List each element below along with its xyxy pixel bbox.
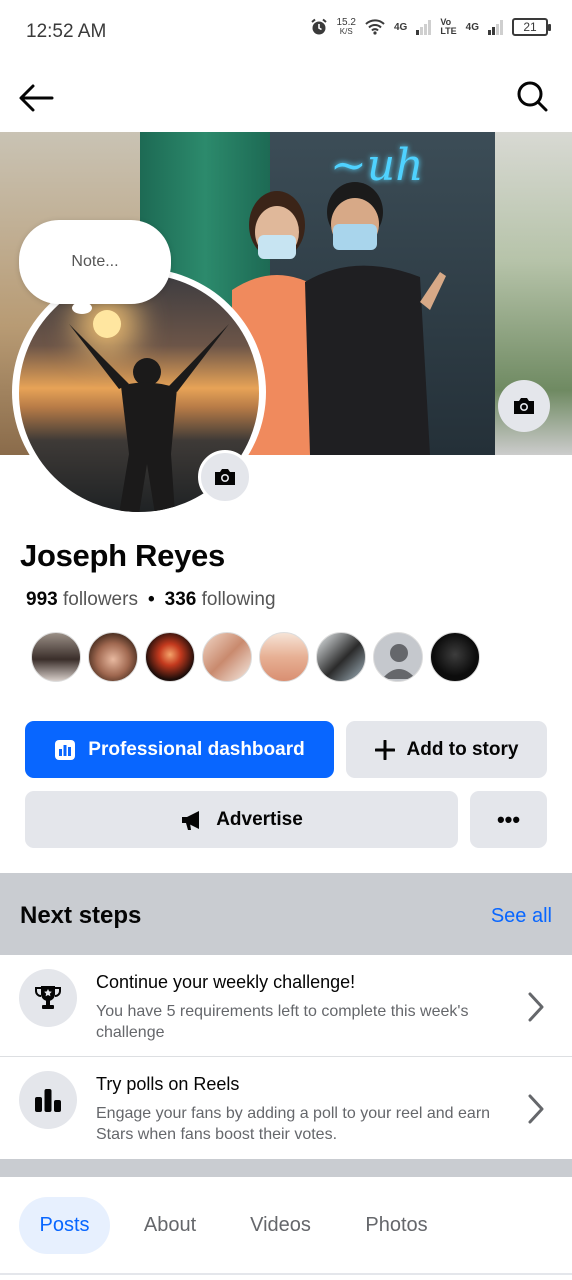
friend-avatar[interactable] xyxy=(88,632,138,682)
tabs-bottom-divider xyxy=(0,1273,572,1275)
next-step-description: Engage your fans by adding a poll to you… xyxy=(96,1105,491,1143)
search-icon xyxy=(517,81,548,112)
follow-stats: 993 followers • 336 following xyxy=(26,589,276,611)
next-step-title: Continue your weekly challenge! xyxy=(96,972,356,992)
status-bar: 12:52 AM 15.2 K/S 4G Vo LTE 4G 21 xyxy=(0,0,572,64)
network-type-2: 4G xyxy=(465,21,479,33)
arrow-left-icon xyxy=(19,84,54,112)
note-bubble-tail xyxy=(72,302,92,314)
friend-avatar[interactable] xyxy=(316,632,366,682)
volte-bottom: LTE xyxy=(440,26,457,36)
section-divider xyxy=(0,1159,572,1177)
next-steps-title: Next steps xyxy=(20,902,142,929)
next-step-item[interactable]: Continue your weekly challenge! You have… xyxy=(0,955,572,1057)
following-label[interactable]: following xyxy=(202,589,276,610)
followers-count[interactable]: 993 xyxy=(26,589,58,610)
professional-dashboard-label: Professional dashboard xyxy=(88,738,305,760)
chevron-right-icon xyxy=(528,992,544,1022)
advertise-label: Advertise xyxy=(216,808,303,830)
note-bubble[interactable]: Note... xyxy=(19,220,171,304)
stats-separator: • xyxy=(147,589,155,610)
next-step-title: Try polls on Reels xyxy=(96,1074,240,1094)
friend-avatar-default[interactable] xyxy=(373,632,423,682)
back-button[interactable] xyxy=(16,78,60,118)
more-options-icon: ••• xyxy=(496,806,521,832)
plus-icon xyxy=(374,739,395,760)
friend-avatar[interactable] xyxy=(202,632,252,682)
friends-avatars xyxy=(31,632,480,682)
friend-avatar[interactable] xyxy=(430,632,480,682)
dashboard-icon xyxy=(55,739,76,760)
advertise-button[interactable]: Advertise xyxy=(25,791,458,848)
speed-unit: K/S xyxy=(339,27,353,36)
cover-person-right xyxy=(305,182,446,455)
signal-icon-2 xyxy=(488,19,503,35)
search-button[interactable] xyxy=(514,78,554,118)
bar-chart-icon xyxy=(19,1071,77,1129)
note-text: Note... xyxy=(71,253,119,270)
add-to-story-button[interactable]: Add to story xyxy=(346,721,547,778)
friend-avatar[interactable] xyxy=(259,632,309,682)
tab-videos[interactable]: Videos xyxy=(232,1197,329,1254)
volte-indicator: Vo LTE xyxy=(440,18,456,36)
profile-name: Joseph Reyes xyxy=(20,538,225,573)
megaphone-icon xyxy=(182,810,200,830)
more-options-button[interactable]: ••• xyxy=(470,791,547,848)
alarm-icon xyxy=(310,18,327,35)
avatar-camera-button[interactable] xyxy=(198,450,252,504)
chevron-right-icon xyxy=(528,1094,544,1124)
tab-about[interactable]: About xyxy=(128,1197,212,1254)
friend-avatar[interactable] xyxy=(145,632,195,682)
tab-posts[interactable]: Posts xyxy=(19,1197,110,1254)
network-speed: 15.2 K/S xyxy=(336,17,356,37)
trophy-icon xyxy=(19,969,77,1027)
user-icon xyxy=(382,644,416,679)
profile-tabs: Posts About Videos Photos xyxy=(0,1177,572,1280)
add-to-story-label: Add to story xyxy=(406,738,519,760)
battery-icon: 21 xyxy=(512,18,551,36)
speed-value: 15.2 xyxy=(336,17,356,28)
wifi-icon xyxy=(365,19,385,35)
cover-camera-button[interactable] xyxy=(498,380,550,432)
camera-icon xyxy=(514,398,534,414)
see-all-link[interactable]: See all xyxy=(491,905,552,928)
next-step-item[interactable]: Try polls on Reels Engage your fans by a… xyxy=(0,1057,572,1159)
top-nav xyxy=(0,64,572,132)
network-type-1: 4G xyxy=(393,21,408,33)
signal-icon xyxy=(416,19,432,35)
professional-dashboard-button[interactable]: Professional dashboard xyxy=(25,721,334,778)
next-step-description: You have 5 requirements left to complete… xyxy=(96,1003,469,1041)
camera-icon xyxy=(215,469,235,485)
status-time: 12:52 AM xyxy=(26,21,107,42)
friend-avatar[interactable] xyxy=(31,632,81,682)
tab-photos[interactable]: Photos xyxy=(348,1197,445,1254)
following-count[interactable]: 336 xyxy=(165,589,197,610)
followers-label[interactable]: followers xyxy=(63,589,138,610)
status-icons: 15.2 K/S 4G Vo LTE 4G 21 xyxy=(310,17,551,37)
